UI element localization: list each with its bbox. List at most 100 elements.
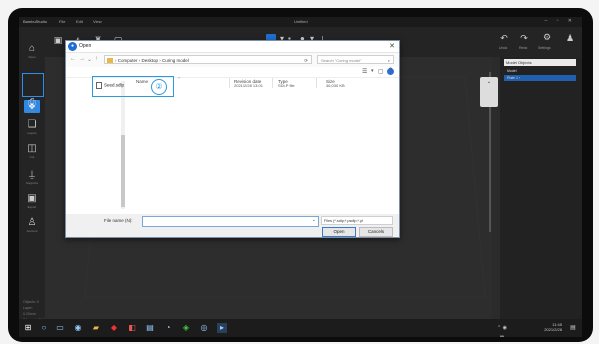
dialog-titlebar: ● Open ✕: [66, 41, 399, 53]
search-icon: ⌕: [387, 58, 390, 63]
sidebar-item-label: Supports: [25, 181, 38, 185]
folder-open-icon: ⌂: [28, 43, 36, 54]
title-bar: BambuStudio File Edit View Untitled – ▫ …: [19, 17, 582, 27]
sidebar-item-cut[interactable]: ◫ Cut: [23, 143, 41, 163]
up-arrow-icon[interactable]: ↑: [95, 56, 98, 62]
user-icon: ♙: [27, 217, 37, 228]
help-icon[interactable]: ?: [387, 68, 394, 75]
file-icon: [96, 82, 102, 89]
menu-view[interactable]: View: [93, 19, 102, 24]
explorer-icon[interactable]: ▰: [91, 323, 101, 333]
file-list: Name Revision date Type Size ˄: [130, 75, 397, 213]
app-icon[interactable]: ◔: [163, 323, 173, 333]
column-divider: [229, 78, 230, 88]
dialog-footer: File name (N): ⌄ Files (*.sdlp;*.psdlp;*…: [66, 214, 399, 237]
add-icon[interactable]: ▣: [53, 35, 63, 45]
breadcrumb-path: › Computer › Desktop › Curing model: [115, 58, 189, 63]
file-type: SDLP file: [278, 83, 295, 88]
app-icon[interactable]: ◎: [199, 323, 209, 333]
object-row[interactable]: Model: [504, 68, 576, 74]
window-title: Untitled: [294, 19, 308, 24]
navigation-pane: [66, 78, 128, 213]
task-view-icon[interactable]: ▭: [55, 323, 65, 333]
file-date: 2021/2/28 13:01: [234, 83, 263, 88]
undo-label: Undo: [499, 46, 508, 50]
taskbar: ⊞ ○ ▭ ◉ ▰ ◆ ◧ ▤ ◔ ◈ ◎ ▸ ⌃ ◉ ▦ 11:45 2021…: [19, 319, 582, 337]
undo-icon[interactable]: ↶: [499, 33, 509, 43]
sidebar-item-export[interactable]: ▣ Export: [23, 193, 41, 213]
layers-icon: ❏: [27, 119, 37, 130]
gear-icon[interactable]: ⚙: [542, 32, 552, 42]
edge-icon[interactable]: ◉: [73, 323, 83, 333]
sidebar-item-supports[interactable]: ⍊ Supports: [23, 169, 41, 189]
left-sidebar: ✥ ⌂ Open ⎙ Print ❏ Layers ◫ Cut ⍊ Suppor…: [19, 43, 45, 337]
notification-icon[interactable]: ▤: [568, 323, 578, 333]
redo-icon[interactable]: ↷: [519, 33, 529, 43]
system-clock[interactable]: 11:45 2021/2/28: [544, 322, 562, 332]
sidebar-item-layers[interactable]: ❏ Layers: [23, 119, 41, 139]
column-divider: [272, 78, 273, 88]
windows-start-icon[interactable]: ⊞: [23, 323, 33, 333]
preview-pane-icon[interactable]: ▢: [378, 68, 384, 75]
export-icon: ▣: [27, 193, 37, 204]
layer-slider-handle[interactable]: ▲: [480, 77, 498, 107]
chevron-down-icon[interactable]: ⌄: [87, 56, 92, 63]
forward-arrow-icon[interactable]: →: [79, 56, 85, 62]
right-panel: Model Objects Model Plate 1 ›: [500, 57, 582, 319]
tray-icons[interactable]: ⌃ ◉ ▦: [497, 323, 507, 337]
cancel-button[interactable]: Cancels: [359, 227, 393, 237]
chevron-down-icon[interactable]: ⌄: [312, 217, 316, 223]
print-icon: ⎙: [28, 97, 36, 108]
slicer-app-icon[interactable]: ▸: [217, 323, 227, 333]
app-title: BambuStudio: [23, 19, 48, 24]
breadcrumb[interactable]: › Computer › Desktop › Curing model ⟳: [104, 55, 312, 64]
sidebar-item-label: Print: [28, 109, 36, 113]
object-row[interactable]: Plate 1 ›: [504, 75, 576, 81]
user-icon[interactable]: ♟: [565, 33, 575, 43]
close-icon[interactable]: ✕: [389, 42, 395, 50]
scrollbar-thumb[interactable]: [121, 135, 125, 207]
refresh-icon[interactable]: ⟳: [304, 56, 308, 65]
info-line: Layer: 0.20mm: [23, 306, 36, 316]
scrollbar[interactable]: [121, 81, 125, 209]
app-screen: BambuStudio File Edit View Untitled – ▫ …: [19, 17, 582, 337]
sidebar-item-print[interactable]: ⎙ Print: [23, 97, 41, 117]
file-name-label: File name (N):: [104, 218, 133, 223]
open-file-dialog: ● Open ✕ ← → ⌄ ↑ › Computer › Desktop › …: [65, 40, 400, 238]
chevron-down-icon[interactable]: ▾: [371, 68, 374, 74]
file-type-select[interactable]: Files (*.sdlp;*.psdlp;*.pl: [321, 216, 393, 225]
file-type-value: Files (*.sdlp;*.psdlp;*.pl: [324, 219, 364, 223]
sidebar-item-label: Export: [27, 205, 37, 209]
menu-file[interactable]: File: [59, 19, 65, 24]
sidebar-item-account[interactable]: ♙ Account: [23, 217, 41, 237]
menu-edit[interactable]: Edit: [76, 19, 83, 24]
panel-header: Model Objects: [504, 59, 576, 66]
sidebar-item-open[interactable]: ⌂ Open: [23, 43, 41, 63]
sort-caret-icon: ˄: [178, 75, 181, 80]
view-options-icon[interactable]: ☰: [362, 68, 367, 75]
table-row[interactable]: Seed.sdlp: [96, 82, 124, 89]
app-icon[interactable]: ◧: [127, 323, 137, 333]
file-name: Seed.sdlp: [104, 82, 125, 88]
search-placeholder: Search "Curing model": [321, 58, 362, 63]
file-size: 46,030 KB: [326, 83, 345, 88]
search-icon[interactable]: ○: [39, 323, 49, 333]
app-icon[interactable]: ◈: [181, 323, 191, 333]
back-arrow-icon[interactable]: ←: [70, 56, 76, 62]
folder-icon: [107, 58, 113, 63]
store-icon[interactable]: ▤: [145, 323, 155, 333]
app-icon[interactable]: ◆: [109, 323, 119, 333]
sidebar-item-label: Cut: [29, 155, 35, 159]
search-input[interactable]: Search "Curing model" ⌕: [317, 55, 394, 64]
cut-icon: ◫: [27, 143, 37, 154]
column-divider: [316, 78, 317, 88]
open-button[interactable]: Open: [322, 227, 356, 237]
sidebar-item-label: Layers: [27, 131, 37, 135]
app-logo-icon: ●: [68, 42, 77, 51]
step-marker: ②: [151, 79, 167, 95]
file-name-field[interactable]: ⌄: [142, 216, 319, 227]
address-bar-row: ← → ⌄ ↑ › Computer › Desktop › Curing mo…: [66, 53, 399, 67]
redo-label: Redo: [519, 46, 528, 50]
window-controls[interactable]: – ▫ ✕: [544, 18, 576, 24]
dialog-title: Open: [79, 43, 92, 49]
